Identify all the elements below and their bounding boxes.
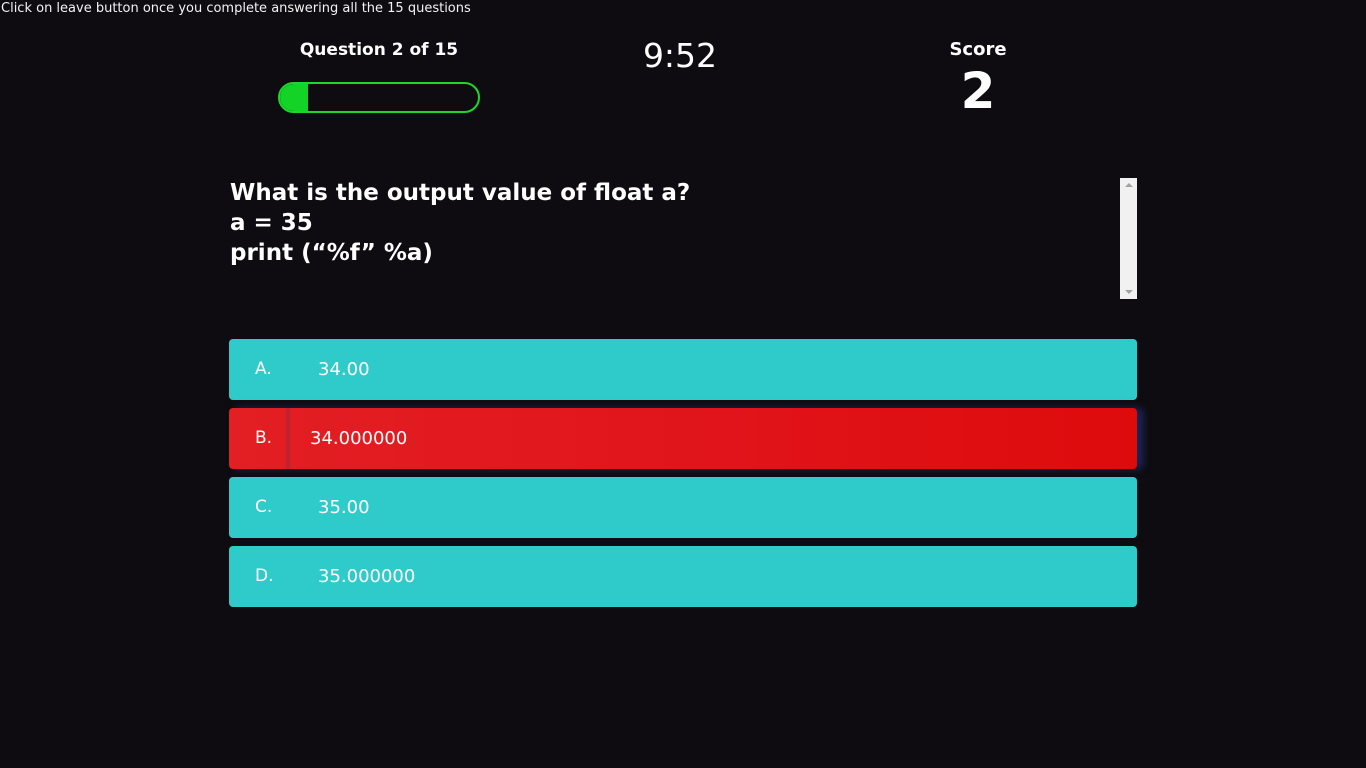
question-progress: Question 2 of 15 bbox=[278, 38, 480, 113]
option-letter: B. bbox=[255, 428, 273, 448]
scroll-up-arrow-icon[interactable] bbox=[1125, 183, 1133, 187]
countdown-timer: 9:52 bbox=[642, 36, 718, 75]
option-text: 34.000000 bbox=[310, 428, 408, 449]
scroll-down-arrow-icon[interactable] bbox=[1125, 290, 1133, 294]
option-b-button[interactable]: B. 34.000000 bbox=[229, 408, 1137, 469]
question-text: What is the output value of float a? a =… bbox=[230, 180, 691, 266]
score-panel: Score 2 bbox=[918, 38, 1038, 118]
option-letter: C. bbox=[255, 497, 273, 517]
question-scrollbar[interactable] bbox=[1120, 178, 1137, 299]
option-d-button[interactable]: D. 35.000000 bbox=[229, 546, 1137, 607]
option-text: 34.00 bbox=[318, 359, 370, 380]
option-text: 35.00 bbox=[318, 497, 370, 518]
score-value: 2 bbox=[960, 62, 996, 120]
instructions-notice: Click on leave button once you complete … bbox=[1, 1, 471, 16]
option-c-button[interactable]: C. 35.00 bbox=[229, 477, 1137, 538]
option-text: 35.000000 bbox=[318, 566, 416, 587]
option-divider bbox=[285, 408, 291, 469]
answer-options: A. 34.00 B. 34.000000 C. 35.00 D. 35.000… bbox=[229, 339, 1137, 615]
option-letter: D. bbox=[255, 566, 274, 586]
question-counter: Question 2 of 15 bbox=[299, 40, 459, 60]
option-letter: A. bbox=[255, 359, 272, 379]
progress-bar bbox=[278, 82, 480, 113]
progress-bar-fill bbox=[280, 84, 308, 111]
option-a-button[interactable]: A. 34.00 bbox=[229, 339, 1137, 400]
question-panel: What is the output value of float a? a =… bbox=[229, 178, 1137, 299]
score-label: Score bbox=[949, 39, 1007, 60]
